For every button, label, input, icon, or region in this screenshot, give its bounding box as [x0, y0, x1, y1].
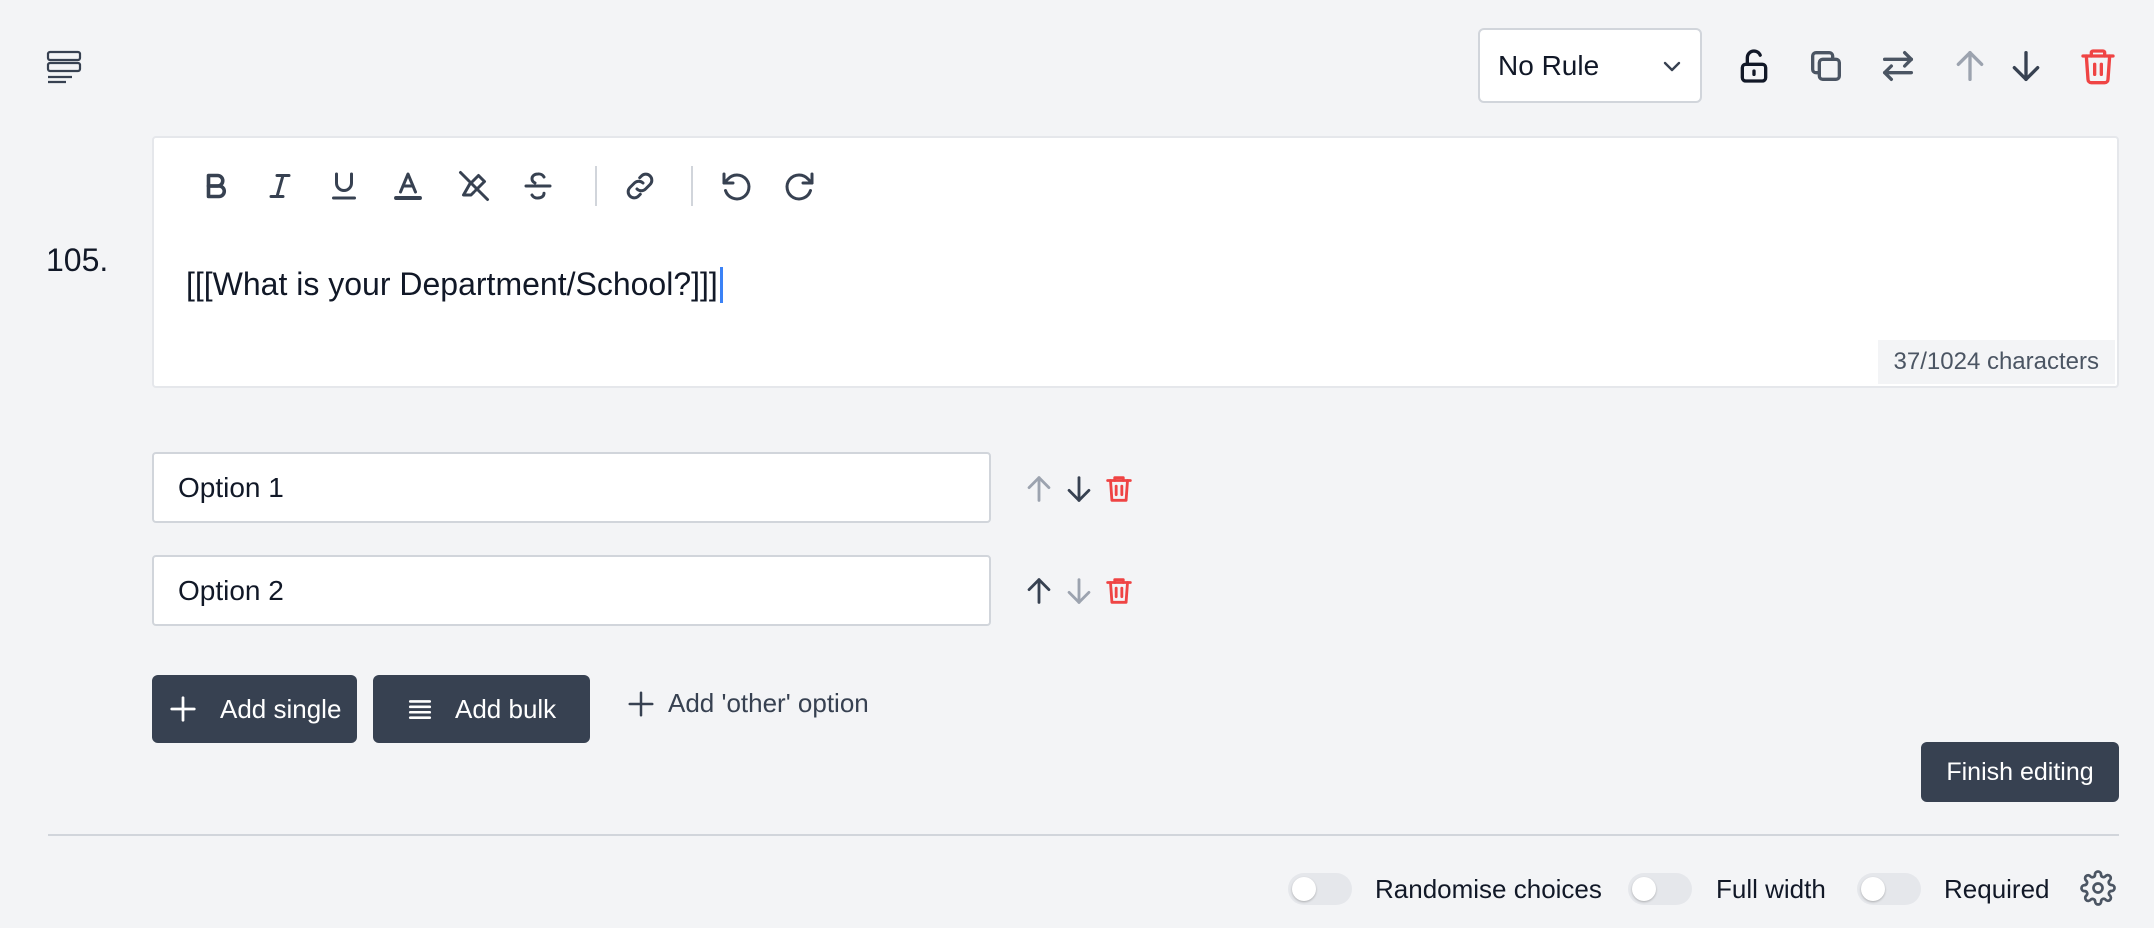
- strikethrough-icon[interactable]: [520, 168, 556, 204]
- swap-icon[interactable]: [1878, 46, 1918, 86]
- add-bulk-button[interactable]: Add bulk: [373, 675, 590, 743]
- unlock-icon[interactable]: [1734, 46, 1774, 86]
- toggle-knob: [1861, 877, 1885, 901]
- question-type-icon[interactable]: [46, 50, 82, 84]
- add-single-label: Add single: [220, 693, 342, 724]
- rule-select-value: No Rule: [1498, 49, 1600, 81]
- arrow-down-icon[interactable]: [1062, 472, 1096, 506]
- plus-icon: [626, 689, 656, 719]
- italic-icon[interactable]: [262, 168, 298, 204]
- trash-icon[interactable]: [1102, 574, 1136, 608]
- character-count: 37/1024 characters: [1877, 340, 2115, 384]
- arrow-up-icon[interactable]: [1022, 574, 1056, 608]
- full-width-toggle[interactable]: [1628, 873, 1692, 905]
- randomise-toggle[interactable]: [1288, 873, 1352, 905]
- arrow-up-icon: [1022, 472, 1056, 506]
- add-other-label: Add 'other' option: [668, 688, 869, 718]
- divider: [48, 834, 2119, 836]
- arrow-up-icon: [1950, 46, 1990, 86]
- trash-icon[interactable]: [1102, 472, 1136, 506]
- required-label: Required: [1944, 874, 2050, 904]
- rule-select[interactable]: No Rule: [1478, 28, 1702, 103]
- bold-icon[interactable]: [198, 168, 234, 204]
- question-text[interactable]: [[[What is your Department/School?]]]: [186, 266, 723, 303]
- finish-editing-button[interactable]: Finish editing: [1921, 742, 2119, 802]
- redo-icon[interactable]: [782, 168, 818, 204]
- arrow-down-icon: [1062, 574, 1096, 608]
- chevron-down-icon: [1660, 54, 1684, 78]
- option-input-1[interactable]: [152, 452, 991, 523]
- toggle-knob: [1292, 877, 1316, 901]
- text-caret: [719, 266, 723, 303]
- trash-icon[interactable]: [2078, 46, 2118, 86]
- arrow-down-icon[interactable]: [2006, 46, 2046, 86]
- add-bulk-label: Add bulk: [455, 693, 557, 724]
- highlight-off-icon[interactable]: [456, 168, 492, 204]
- question-editor[interactable]: [[[What is your Department/School?]]] 37…: [152, 136, 2119, 388]
- option-input-2[interactable]: [152, 555, 991, 626]
- duplicate-icon[interactable]: [1806, 46, 1846, 86]
- add-other-option-button[interactable]: Add 'other' option: [626, 688, 869, 719]
- list-icon: [407, 696, 433, 722]
- undo-icon[interactable]: [718, 168, 754, 204]
- link-icon[interactable]: [622, 168, 658, 204]
- question-number: 105.: [46, 242, 109, 278]
- randomise-label: Randomise choices: [1375, 874, 1602, 904]
- full-width-label: Full width: [1716, 874, 1826, 904]
- toggle-knob: [1632, 877, 1656, 901]
- required-toggle[interactable]: [1857, 873, 1921, 905]
- question-text-value: [[[What is your Department/School?]]]: [186, 266, 718, 302]
- plus-icon: [168, 694, 198, 724]
- add-single-button[interactable]: Add single: [152, 675, 357, 743]
- text-color-icon[interactable]: [390, 168, 426, 204]
- gear-icon[interactable]: [2080, 870, 2116, 906]
- underline-icon[interactable]: [326, 168, 362, 204]
